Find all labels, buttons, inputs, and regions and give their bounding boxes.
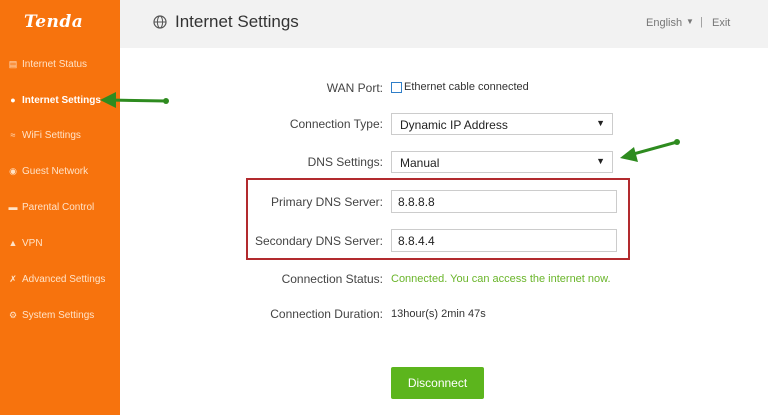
annotation-arrows [100,92,680,162]
annotation-arrow-sidebar [100,92,169,108]
annotation-arrow-dns [620,139,680,162]
